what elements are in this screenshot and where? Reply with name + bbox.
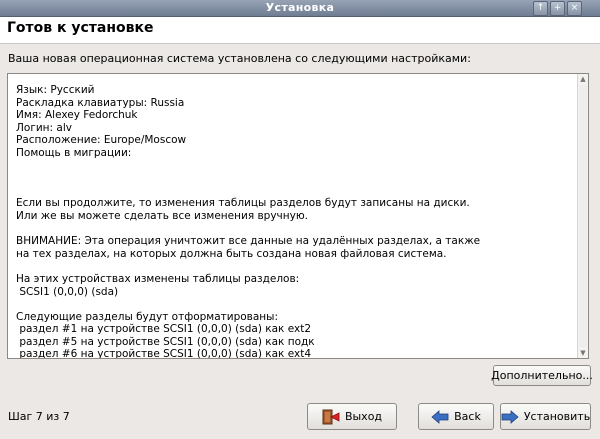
vertical-scrollbar[interactable]: ▲ ▼ <box>577 74 588 358</box>
summary-line <box>16 172 568 185</box>
summary-line: раздел #6 на устройстве SCSI1 (0,0,0) (s… <box>16 348 311 358</box>
summary-line: Раскладка клавиатуры: Russia <box>16 96 185 109</box>
arrow-left-icon <box>431 409 449 424</box>
summary-line: SCSI1 (0,0,0) (sda) <box>16 285 119 298</box>
summary-line: раздел #1 на устройстве SCSI1 (0,0,0) (s… <box>16 323 311 336</box>
back-button-label: Back <box>454 410 481 423</box>
scroll-track[interactable] <box>579 85 587 347</box>
summary-line <box>16 160 568 173</box>
quit-button[interactable]: Выход <box>307 403 397 430</box>
summary-line: Язык: Русский <box>16 84 95 96</box>
advanced-button-label: Дополнительно... <box>491 369 593 382</box>
page-title: Готов к установке <box>7 20 154 36</box>
page-header: Готов к установке <box>0 17 600 44</box>
advanced-button[interactable]: Дополнительно... <box>491 365 593 386</box>
summary-line <box>16 260 568 273</box>
quit-button-label: Выход <box>344 410 383 423</box>
install-button[interactable]: Установить <box>500 403 591 430</box>
summary-line: Следующие разделы будут отформатированы: <box>16 310 278 323</box>
window-close-button[interactable]: × <box>567 1 582 16</box>
scroll-up-arrow-icon[interactable]: ▲ <box>579 75 587 83</box>
step-indicator: Шаг 7 из 7 <box>8 410 70 423</box>
summary-line: на тех разделах, на которых должна быть … <box>16 247 447 260</box>
summary-line: Помощь в миграции: <box>16 146 132 159</box>
summary-line <box>16 185 568 198</box>
summary-line: На этих устройствах изменены таблицы раз… <box>16 272 300 285</box>
summary-line: Если вы продолжите, то изменения таблицы… <box>16 197 470 210</box>
install-button-label: Установить <box>523 410 591 423</box>
summary-line <box>16 223 568 236</box>
description-text: Ваша новая операционная система установл… <box>8 52 471 65</box>
back-button[interactable]: Back <box>418 403 494 430</box>
summary-line: ВНИМАНИЕ: Эта операция уничтожит все дан… <box>16 235 481 248</box>
summary-line: Расположение: Europe/Moscow <box>16 134 187 147</box>
window-title: Установка <box>265 1 335 14</box>
window-maximize-button[interactable]: + <box>550 1 565 16</box>
summary-line: раздел #5 на устройстве SCSI1 (0,0,0) (s… <box>16 335 315 348</box>
summary-line: Или же вы можете сделать все изменения в… <box>16 209 309 222</box>
scroll-down-arrow-icon[interactable]: ▼ <box>579 349 587 357</box>
summary-line <box>16 298 568 311</box>
exit-door-icon <box>322 409 340 425</box>
summary-panel: Язык: Русский Раскладка клавиатуры: Russi… <box>7 73 589 359</box>
summary-line: Логин: alv <box>16 121 72 134</box>
summary-line: Имя: Alexey Fedorchuk <box>16 109 138 122</box>
window-titlebar: Установка ↑ + × <box>0 0 600 17</box>
summary-text: Язык: Русский Раскладка клавиатуры: Russi… <box>16 84 568 358</box>
arrow-right-icon <box>501 409 519 424</box>
window-shade-button[interactable]: ↑ <box>533 1 548 16</box>
